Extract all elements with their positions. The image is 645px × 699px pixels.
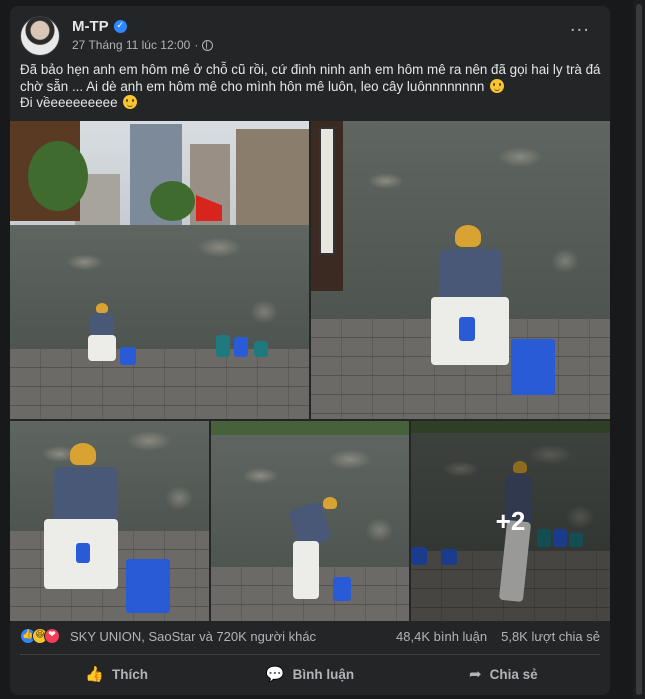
verified-badge-icon: ✓ (113, 20, 127, 33)
shares-count[interactable]: 5,8K lượt chia sẻ (501, 629, 600, 644)
smiling-face-emoji-icon (123, 95, 138, 109)
share-button[interactable]: ➦ Chia sẻ (407, 658, 600, 690)
comment-label: Bình luận (292, 666, 355, 682)
love-icon: ❤ (44, 628, 60, 644)
comments-count[interactable]: 48,4K bình luận (396, 629, 487, 644)
comment-bubble-icon: 💬 (265, 665, 285, 683)
post-text-line: Đi vềeeeeeeeee (20, 95, 600, 112)
author-avatar[interactable] (20, 16, 60, 56)
engagement-stats: 👍 😆 ❤ SKY UNION, SaoStar và 720K người k… (20, 628, 600, 648)
actions-divider (20, 654, 600, 655)
share-label: Chia sẻ (489, 666, 538, 682)
upside-down-face-emoji-icon (490, 78, 505, 93)
more-options-icon[interactable]: ··· (570, 22, 590, 40)
photo-grid: +2 (10, 121, 610, 621)
more-photos-count: +2 (495, 505, 526, 536)
more-photos-overlay[interactable]: +2 (411, 421, 610, 621)
post-card: M-TP ✓ 27 Tháng 11 lúc 12:00 · ··· Đã bả… (10, 6, 610, 695)
post-actions: 👍 Thích 💬 Bình luận ➦ Chia sẻ (20, 658, 600, 690)
author-name[interactable]: M-TP (72, 18, 109, 35)
share-arrow-icon: ➦ (469, 665, 482, 683)
post-photo-5[interactable]: +2 (411, 421, 610, 621)
post-timestamp[interactable]: 27 Tháng 11 lúc 12:00 (72, 38, 190, 52)
post-text: Đã bảo hẹn anh em hôm mê ở chỗ cũ rồi, c… (20, 62, 600, 112)
post-text-line: chờ sẵn ... Ai dè anh em hôm mê cho mình… (20, 78, 600, 96)
reaction-icons[interactable]: 👍 😆 ❤ (20, 628, 60, 644)
post-photo-4[interactable] (211, 421, 409, 621)
comment-button[interactable]: 💬 Bình luận (213, 658, 406, 690)
post-meta: 27 Tháng 11 lúc 12:00 · (72, 38, 214, 52)
post-text-line: Đã bảo hẹn anh em hôm mê ở chỗ cũ rồi, c… (20, 62, 601, 77)
meta-separator: · (194, 38, 199, 52)
like-button[interactable]: 👍 Thích (20, 658, 213, 690)
thumbs-up-icon: 👍 (85, 665, 104, 683)
engagement-counts: 48,4K bình luận 5,8K lượt chia sẻ (396, 629, 600, 644)
scrollbar-thumb[interactable] (636, 4, 642, 695)
post-photo-3[interactable] (10, 421, 209, 621)
post-photo-1[interactable] (10, 121, 309, 419)
post-header: M-TP ✓ 27 Tháng 11 lúc 12:00 · ··· (20, 16, 600, 56)
author-name-row: M-TP ✓ (72, 18, 127, 35)
post-photo-2[interactable] (311, 121, 610, 419)
reactors-summary[interactable]: SKY UNION, SaoStar và 720K người khác (70, 629, 316, 644)
like-label: Thích (112, 666, 148, 682)
public-globe-icon (202, 39, 214, 51)
page-scrollbar[interactable] (633, 0, 645, 699)
